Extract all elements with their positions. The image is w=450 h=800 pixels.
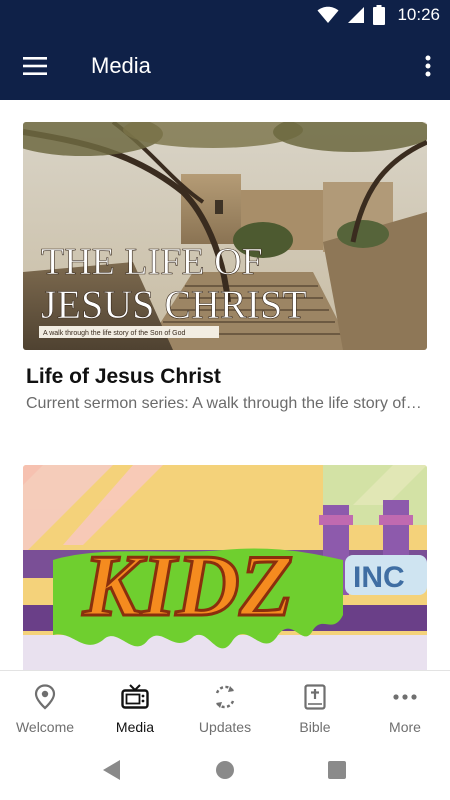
recents-icon[interactable]: [328, 761, 346, 779]
system-navigation-bar: [0, 745, 450, 800]
nav-label-welcome: Welcome: [15, 719, 75, 735]
series-artwork-image: THE LIFE OF JESUS CHRIST A walk through …: [23, 122, 427, 350]
media-card-life-of-jesus[interactable]: THE LIFE OF JESUS CHRIST A walk through …: [23, 122, 427, 413]
kidz-inc-artwork-image: KIDZ INC: [23, 465, 427, 670]
artwork-title-line2: JESUS CHRIST: [41, 282, 307, 327]
nav-item-media[interactable]: Media: [90, 671, 180, 745]
nav-item-updates[interactable]: Updates: [180, 671, 270, 745]
home-icon[interactable]: [216, 761, 234, 779]
artwork-kidz-text: KIDZ: [82, 538, 293, 635]
nav-label-bible: Bible: [299, 719, 331, 735]
nav-label-updates: Updates: [198, 719, 252, 735]
artwork-title-line1: THE LIFE OF: [41, 241, 263, 283]
location-pin-icon: [34, 684, 56, 710]
signal-icon: [348, 7, 365, 23]
status-time: 10:26: [397, 5, 440, 24]
artwork-inc-text: INC: [353, 561, 405, 594]
card-image[interactable]: THE LIFE OF JESUS CHRIST A walk through …: [23, 122, 427, 350]
menu-button[interactable]: [14, 46, 56, 86]
battery-icon: [373, 5, 386, 25]
page-title: Media: [91, 53, 151, 78]
bible-icon: [304, 684, 326, 710]
back-icon[interactable]: [103, 760, 120, 780]
card-title[interactable]: Life of Jesus Christ: [26, 365, 427, 389]
artwork-tagline: A walk through the life story of the Son…: [43, 330, 186, 337]
nav-item-bible[interactable]: Bible: [270, 671, 360, 745]
nav-label-more: More: [389, 719, 421, 735]
card-subtitle: Current sermon series: A walk through th…: [26, 395, 426, 412]
hamburger-icon: [23, 57, 47, 75]
more-dots-icon: [393, 694, 417, 700]
more-vert-icon: [425, 55, 431, 77]
bottom-navigation: Welcome Media Updates Bible More: [0, 670, 450, 745]
wifi-icon: [317, 6, 339, 23]
media-list[interactable]: THE LIFE OF JESUS CHRIST A walk through …: [0, 100, 450, 670]
nav-label-media: Media: [115, 719, 155, 735]
sync-icon: [215, 685, 235, 709]
status-icons: 10:26: [317, 5, 440, 25]
card-image[interactable]: KIDZ INC: [23, 465, 427, 670]
tv-icon: [121, 684, 149, 709]
status-bar: 10:26: [0, 0, 450, 32]
media-card-kidz-inc[interactable]: KIDZ INC: [23, 465, 427, 670]
app-bar: Media: [0, 32, 450, 100]
nav-item-more[interactable]: More: [360, 671, 450, 745]
overflow-menu-button[interactable]: [416, 46, 440, 86]
nav-item-welcome[interactable]: Welcome: [0, 671, 90, 745]
